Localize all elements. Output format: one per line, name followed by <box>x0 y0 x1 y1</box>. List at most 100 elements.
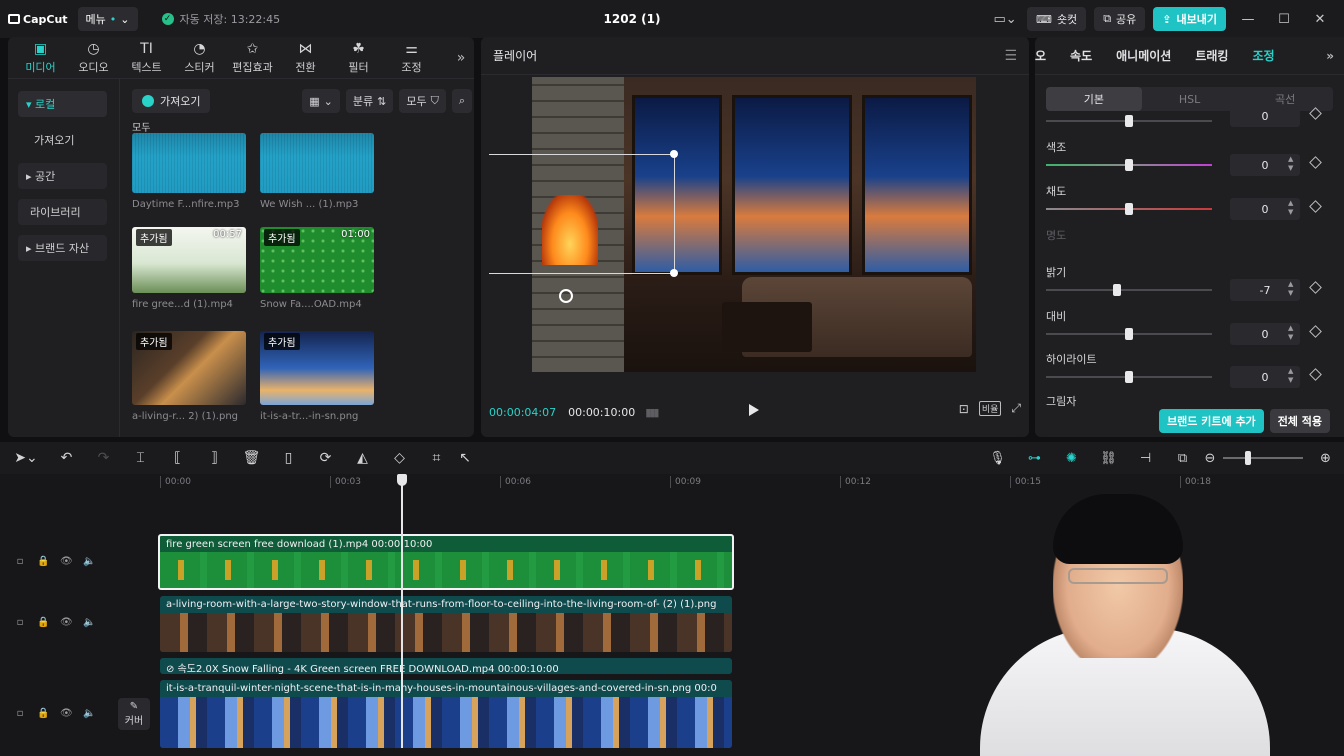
speaker-icon[interactable]: 🔈 <box>83 556 95 567</box>
keyframe-icon[interactable] <box>1309 325 1322 338</box>
keyframe-icon[interactable] <box>1309 156 1322 169</box>
stepper-icon[interactable]: ▲ ▼ <box>1288 367 1293 385</box>
split-icon[interactable]: ⌶ <box>122 450 159 466</box>
media-item[interactable]: 추가됨 a-living-r... 2) (1).png <box>132 331 246 422</box>
link-icon[interactable]: ⛓ <box>1090 451 1127 466</box>
close-icon[interactable]: ✕ <box>1306 12 1334 27</box>
speaker-icon[interactable]: 🔈 <box>83 708 95 719</box>
more-tabs-icon[interactable]: » <box>448 37 474 78</box>
video-preview[interactable] <box>532 77 976 372</box>
zoom-in-icon[interactable]: ⊕ <box>1307 451 1344 466</box>
cover-button[interactable]: ✎ 커버 <box>118 698 150 730</box>
reverse-icon[interactable]: ⟳ <box>307 450 344 466</box>
slider-knob[interactable] <box>1125 203 1133 215</box>
play-icon[interactable] <box>749 404 759 416</box>
stepper-icon[interactable]: ▲ ▼ <box>1288 280 1293 298</box>
lock-icon[interactable]: 🔒 <box>37 617 49 628</box>
redo-icon[interactable]: ↷ <box>85 450 122 466</box>
adjust-slider[interactable] <box>1046 115 1212 127</box>
speaker-icon[interactable]: 🔈 <box>83 617 95 628</box>
keyframe-icon[interactable] <box>1309 107 1322 120</box>
hamburger-menu-icon[interactable]: ☰ <box>1004 48 1017 64</box>
stepper-icon[interactable]: ▲ ▼ <box>1288 199 1293 217</box>
track-video-icon[interactable]: ▫ <box>14 617 26 628</box>
eye-icon[interactable]: 👁 <box>60 617 73 628</box>
track-video-icon[interactable]: ▫ <box>14 708 26 719</box>
lock-icon[interactable]: 🔒 <box>37 708 49 719</box>
maximize-icon[interactable]: ☐ <box>1270 12 1298 27</box>
filter-button[interactable]: 모두 ⛉ <box>399 89 446 113</box>
contrast-slider[interactable] <box>1046 328 1212 340</box>
apply-all-button[interactable]: 전체 적용 <box>1269 409 1330 433</box>
saturation-slider[interactable] <box>1046 203 1212 215</box>
search-button[interactable]: ⌕ <box>451 89 472 113</box>
tab-filter[interactable]: ☘ 필터 <box>332 37 385 78</box>
delete-icon[interactable]: 🗑 <box>233 450 270 466</box>
freeze-frame-icon[interactable]: ▯ <box>270 450 307 466</box>
sort-button[interactable]: 분류 ⇅ <box>345 89 394 113</box>
menu-button[interactable]: 메뉴 • ⌄ <box>77 7 138 31</box>
zoom-out-icon[interactable]: ⊖ <box>1201 451 1219 466</box>
slider-knob[interactable] <box>1125 159 1133 171</box>
export-button[interactable]: ⇪ 내보내기 <box>1153 7 1226 31</box>
import-button[interactable]: 가져오기 <box>132 89 211 113</box>
highlight-slider[interactable] <box>1046 371 1212 383</box>
view-toggle-button[interactable]: ▦ ⌄ <box>302 89 340 113</box>
resize-handle[interactable] <box>670 269 678 277</box>
stepper-icon[interactable]: ▲ ▼ <box>1288 155 1293 173</box>
resize-handle[interactable] <box>670 150 678 158</box>
tab-transition[interactable]: ⋈ 전환 <box>279 37 332 78</box>
subnav-library[interactable]: 라이브러리 <box>18 199 107 225</box>
fit-timeline-icon[interactable]: ⧉ <box>1164 451 1201 466</box>
split-left-icon[interactable]: ⟦ <box>159 450 196 466</box>
mirror-icon[interactable]: ◭ <box>344 450 381 466</box>
media-item[interactable]: 추가됨 it-is-a-tr...-in-sn.png <box>260 331 374 422</box>
tab-sticker[interactable]: ◔ 스티커 <box>173 37 226 78</box>
aspect-ratio-button[interactable]: 비율 <box>978 401 1002 416</box>
media-item[interactable]: 추가됨 00:57 fire gree...d (1).mp4 <box>132 227 246 310</box>
keyframe-icon[interactable] <box>1309 368 1322 381</box>
brightness-slider[interactable] <box>1046 284 1212 296</box>
microphone-icon[interactable]: 🎙 <box>979 451 1016 466</box>
tab-adjustment[interactable]: 조정 <box>1252 47 1274 64</box>
stepper-icon[interactable]: ▲ ▼ <box>1288 324 1293 342</box>
tab-audio[interactable]: ◷ 오디오 <box>67 37 120 78</box>
tab-adjust[interactable]: ⚌ 조정 <box>385 37 438 78</box>
tab-partial[interactable]: 오 <box>1035 47 1046 64</box>
preview-axis-icon[interactable]: ⊣ <box>1127 451 1164 466</box>
eye-icon[interactable]: 👁 <box>60 708 73 719</box>
tab-tracking[interactable]: 트래킹 <box>1195 47 1228 64</box>
eye-icon[interactable]: 👁 <box>60 556 73 567</box>
rotate-handle-icon[interactable] <box>559 289 573 303</box>
slider-knob[interactable] <box>1125 115 1133 127</box>
main-track-magnet-icon[interactable]: ⊶ <box>1016 451 1053 466</box>
subnav-import[interactable]: 가져오기 <box>18 127 107 153</box>
lock-icon[interactable]: 🔒 <box>37 556 49 567</box>
snapshot-icon[interactable]: ⊡ <box>959 402 969 416</box>
track-video-icon[interactable]: ▫ <box>14 556 26 567</box>
add-to-brand-kit-button[interactable]: 브랜드 키트에 추가 <box>1159 409 1264 433</box>
media-item[interactable]: 추가됨 01:00 Snow Fa....OAD.mp4 <box>260 227 374 310</box>
more-tabs-icon[interactable]: » <box>1326 49 1334 63</box>
timeline-clip-winter[interactable]: it-is-a-tranquil-winter-night-scene-that… <box>160 680 732 748</box>
project-title[interactable]: 1202 (1) <box>590 12 674 26</box>
hue-slider[interactable] <box>1046 159 1212 171</box>
rotate-icon[interactable]: ◇ <box>381 450 418 466</box>
layout-icon[interactable]: ▭⌄ <box>991 12 1019 27</box>
undo-icon[interactable]: ↶ <box>48 450 85 466</box>
crop-icon[interactable]: ⌗ <box>418 450 455 466</box>
keyframe-icon[interactable] <box>1309 281 1322 294</box>
share-button[interactable]: ⧉ 공유 <box>1094 7 1146 31</box>
minimize-icon[interactable]: — <box>1234 12 1262 27</box>
timeline-clip-living-room[interactable]: a-living-room-with-a-large-two-story-win… <box>160 596 732 652</box>
playhead[interactable] <box>397 474 407 748</box>
shortcut-button[interactable]: ⌨ 숏컷 <box>1027 7 1087 31</box>
zoom-slider-knob[interactable] <box>1245 451 1251 465</box>
fullscreen-icon[interactable]: ⤢ <box>1011 401 1021 416</box>
tab-speed[interactable]: 속도 <box>1070 47 1092 64</box>
slider-knob[interactable] <box>1125 328 1133 340</box>
select-tool-icon[interactable]: ➤⌄ <box>4 450 48 466</box>
value-field[interactable]: 0 <box>1230 105 1300 127</box>
timeline-clip-fire[interactable]: fire green screen free download (1).mp4 … <box>158 534 734 590</box>
slider-knob[interactable] <box>1113 284 1121 296</box>
